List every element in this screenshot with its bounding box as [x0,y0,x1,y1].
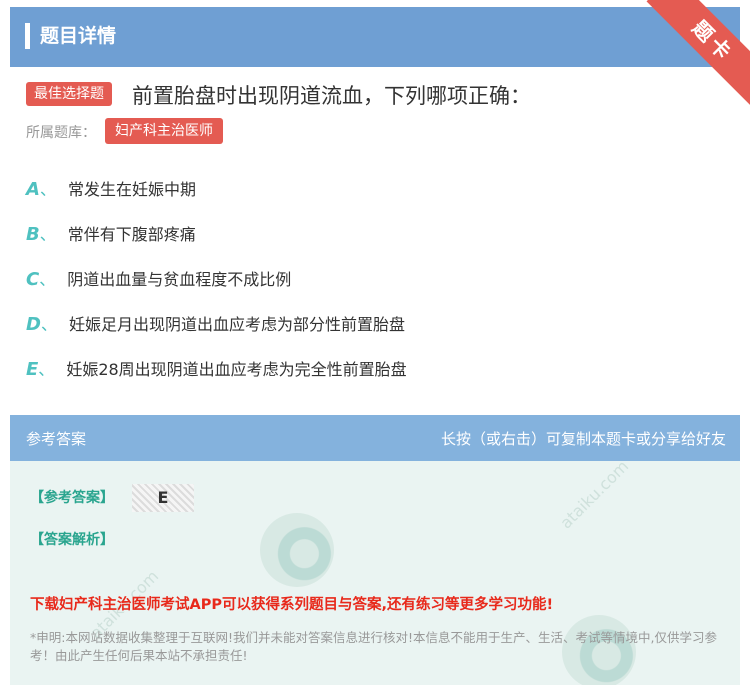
option-text: 常伴有下腹部疼痛 [67,225,196,244]
option-letter: A [26,179,40,200]
answer-section: ataiku.com ataiku.com 参考答案 长按（或右击）可复制本题卡… [10,415,740,685]
watermark-text: ataiku.com [556,456,633,533]
option-a[interactable]: A、 常发生在妊娠中期 [26,176,196,204]
option-c[interactable]: C、 阴道出血量与贫血程度不成比例 [26,266,291,294]
option-text: 阴道出血量与贫血程度不成比例 [67,270,292,289]
title-accent-bar [25,23,30,49]
option-b[interactable]: B、 常伴有下腹部疼痛 [26,221,196,249]
answer-section-title: 参考答案 [26,430,87,448]
answer-header: 参考答案 长按（或右击）可复制本题卡或分享给好友 [10,415,740,461]
option-text: 妊娠28周出现阴道出血应考虑为完全性前置胎盘 [66,360,407,379]
option-d[interactable]: D、 妊娠足月出现阴道出血应考虑为部分性前置胎盘 [26,311,405,339]
option-letter: D [26,314,41,335]
download-app-link[interactable]: 下载妇产科主治医师考试APP可以获得系列题目与答案,还有练习等更多学习功能! [30,593,553,614]
option-letter: B [26,224,40,245]
option-letter: E [26,359,39,380]
question-type-badge: 最佳选择题 [26,82,112,106]
ribbon-label: 题卡 [646,0,750,108]
page-title: 题目详情 [40,25,117,47]
option-text: 常发生在妊娠中期 [67,180,196,199]
option-letter: C [26,269,40,290]
header-bar: 题目详情 [10,7,740,67]
bank-tag[interactable]: 妇产科主治医师 [105,118,223,144]
corner-ribbon: 题卡 [640,0,750,110]
watermark-logo-icon [260,513,334,587]
share-hint: 长按（或右击）可复制本题卡或分享给好友 [440,430,726,448]
answer-label: 【参考答案】 [30,490,114,506]
bank-label: 所属题库： [26,125,96,141]
disclaimer-text: *申明:本网站数据收集整理于互联网!我们并未能对答案信息进行核对!本信息不能用于… [30,630,717,663]
option-e[interactable]: E、 妊娠28周出现阴道出血应考虑为完全性前置胎盘 [26,356,407,384]
option-text: 妊娠足月出现阴道出血应考虑为部分性前置胎盘 [68,315,405,334]
answer-value: E [132,484,194,512]
question-text: 前置胎盘时出现阴道流血，下列哪项正确： [132,84,531,108]
explanation-label: 【答案解析】 [30,532,114,548]
